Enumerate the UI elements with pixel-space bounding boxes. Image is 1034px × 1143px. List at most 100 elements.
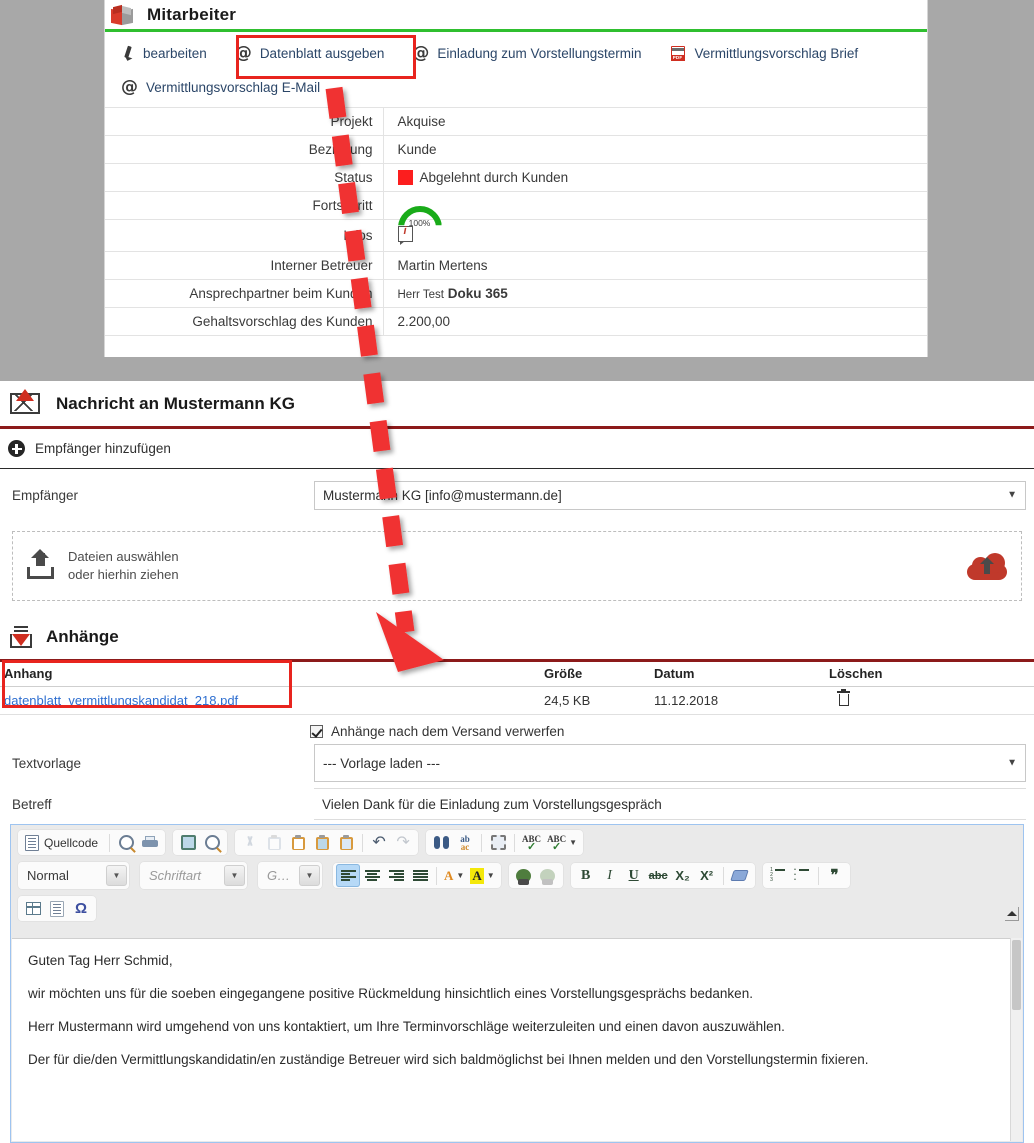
dropzone-line-1: Dateien auswählen xyxy=(68,549,179,564)
add-recipient-label: Empfänger hinzufügen xyxy=(35,441,171,456)
attachment-link[interactable]: datenblatt_vermittlungskandidat_218.pdf xyxy=(4,693,238,708)
row-value: Akquise xyxy=(397,114,446,129)
italic-button[interactable]: I xyxy=(598,864,622,887)
text-color-button[interactable]: A ▼ xyxy=(441,864,467,887)
preview-button[interactable] xyxy=(114,831,138,854)
undo-icon: ↶ xyxy=(372,833,386,851)
tab-label: Einladung zum Vorstellungstermin xyxy=(437,45,642,61)
replace-icon: ab ac xyxy=(460,833,470,852)
at-icon: @ xyxy=(234,42,252,63)
table-row: Gehaltsvorschlag des Kunden 2.200,00 xyxy=(105,307,927,336)
discard-attachments-checkbox[interactable] xyxy=(310,725,323,738)
subject-row: Betreff Vielen Dank für die Einladung zu… xyxy=(0,787,1034,821)
italic-icon: I xyxy=(607,867,612,883)
subscript-button[interactable]: X₂ xyxy=(671,864,695,887)
select-all-button[interactable] xyxy=(486,831,510,854)
column-header-anhang: Anhang xyxy=(0,660,540,687)
spellcheck-icon: ABC ✓ xyxy=(522,833,542,853)
attachment-name-cell: datenblatt_vermittlungskandidat_218.pdf xyxy=(0,686,540,715)
templates-button[interactable] xyxy=(176,831,200,854)
scayt-icon: ABC ✓ xyxy=(547,833,567,853)
person-prefix: Herr Test xyxy=(397,289,444,301)
align-right-button[interactable] xyxy=(384,864,408,887)
file-dropzone[interactable]: Dateien auswählen oder hierhin ziehen xyxy=(12,531,1022,601)
size-value: G… xyxy=(267,868,291,883)
numbered-list-button[interactable]: 123 xyxy=(766,864,790,887)
align-center-button[interactable] xyxy=(360,864,384,887)
tab-bearbeiten[interactable]: bearbeiten xyxy=(105,38,221,68)
redo-button[interactable]: ↷ xyxy=(391,831,415,854)
paragraph-format-select[interactable]: Normal ▼ xyxy=(17,861,130,890)
tab-einladung-vorstellungstermin[interactable]: @ Einladung zum Vorstellungstermin xyxy=(398,38,655,68)
dropzone-line-2: oder hierhin ziehen xyxy=(68,567,179,582)
cut-button[interactable] xyxy=(238,831,262,854)
horizontal-rule-button[interactable] xyxy=(45,897,69,920)
scayt-button[interactable]: ABC ✓ ▼ xyxy=(544,831,580,854)
row-value-person: Herr Test Doku 365 xyxy=(383,280,927,308)
editor-scrollbar[interactable] xyxy=(1010,938,1022,1141)
background-color-icon: A xyxy=(470,867,484,884)
paste-word-button[interactable] xyxy=(334,831,358,854)
eraser-icon xyxy=(730,870,749,881)
table-row: Beziehung Kunde xyxy=(105,135,927,164)
special-char-button[interactable]: Ω xyxy=(69,897,93,920)
bulleted-list-button[interactable]: • • • xyxy=(790,864,814,887)
font-size-select[interactable]: G… ▼ xyxy=(257,861,323,890)
strikethrough-icon: abc xyxy=(648,869,668,882)
insert-table-button[interactable] xyxy=(21,897,45,920)
print-icon xyxy=(142,836,159,849)
row-label: Fortschritt xyxy=(105,191,384,220)
template-select[interactable]: --- Vorlage laden --- ▼ xyxy=(314,744,1026,782)
add-recipient-row[interactable]: Empfänger hinzufügen xyxy=(0,429,1034,469)
toolbar-collapse-button[interactable] xyxy=(1005,907,1019,921)
trash-icon[interactable] xyxy=(837,689,850,706)
superscript-button[interactable]: X² xyxy=(695,864,719,887)
discard-attachments-row[interactable]: Anhänge nach dem Versand verwerfen xyxy=(0,715,1034,739)
tab-vermittlungsvorschlag-email[interactable]: @ Vermittlungsvorschlag E-Mail xyxy=(105,72,334,102)
unlink-button[interactable] xyxy=(536,864,560,887)
attachments-title: Anhänge xyxy=(46,627,119,646)
info-icon[interactable] xyxy=(397,225,413,245)
subject-input[interactable]: Vielen Dank für die Einladung zum Vorste… xyxy=(314,788,1026,820)
chevron-down-icon: ▼ xyxy=(106,865,127,886)
source-button[interactable]: Quellcode xyxy=(21,831,105,854)
table-row: Infos xyxy=(105,219,927,252)
remove-format-button[interactable] xyxy=(728,864,752,887)
font-family-select[interactable]: Schriftart ▼ xyxy=(139,861,248,890)
insert-link-button[interactable] xyxy=(512,864,536,887)
underline-button[interactable]: U xyxy=(622,864,646,887)
recipient-select[interactable]: Mustermann KG [info@mustermann.de] ▼ xyxy=(314,480,1026,510)
column-header-groesse: Größe xyxy=(540,660,650,687)
align-justify-button[interactable] xyxy=(408,864,432,887)
print-button[interactable] xyxy=(138,831,162,854)
link-globe-icon xyxy=(516,868,532,885)
panel-header: Mitarbeiter xyxy=(105,0,927,32)
paste-button[interactable] xyxy=(286,831,310,854)
pencil-icon xyxy=(121,45,135,61)
strikethrough-button[interactable]: abc xyxy=(646,864,671,887)
cloud-upload-icon[interactable] xyxy=(967,552,1007,580)
copy-button[interactable] xyxy=(262,831,286,854)
page-background-left xyxy=(0,0,104,381)
tab-datenblatt-ausgeben[interactable]: @ Datenblatt ausgeben xyxy=(221,38,399,68)
replace-button[interactable]: ab ac xyxy=(453,831,477,854)
paste-text-button[interactable] xyxy=(310,831,334,854)
unlink-globe-icon xyxy=(540,868,556,885)
body-paragraph: Der für die/den Vermittlungskandidatin/e… xyxy=(28,1052,869,1067)
row-value: 2.200,00 xyxy=(397,314,451,329)
section-gap xyxy=(0,357,1034,381)
paste-icon xyxy=(291,835,305,850)
discard-attachments-label: Anhänge nach dem Versand verwerfen xyxy=(331,724,565,739)
align-left-button[interactable] xyxy=(336,864,360,887)
document-properties-button[interactable] xyxy=(200,831,224,854)
horizontal-rule-icon xyxy=(50,900,64,917)
spellcheck-button[interactable]: ABC ✓ xyxy=(519,831,544,854)
undo-button[interactable]: ↶ xyxy=(367,831,391,854)
attachments-header: Anhänge xyxy=(0,615,1034,659)
editor-body[interactable]: Guten Tag Herr Schmid, wir möchten uns f… xyxy=(12,938,1010,1141)
bold-button[interactable]: B xyxy=(574,864,598,887)
background-color-button[interactable]: A ▼ xyxy=(467,864,497,887)
tab-vermittlungsvorschlag-brief[interactable]: PDF Vermittlungsvorschlag Brief xyxy=(656,38,873,68)
blockquote-button[interactable]: ❞ xyxy=(823,864,847,887)
find-button[interactable] xyxy=(429,831,453,854)
